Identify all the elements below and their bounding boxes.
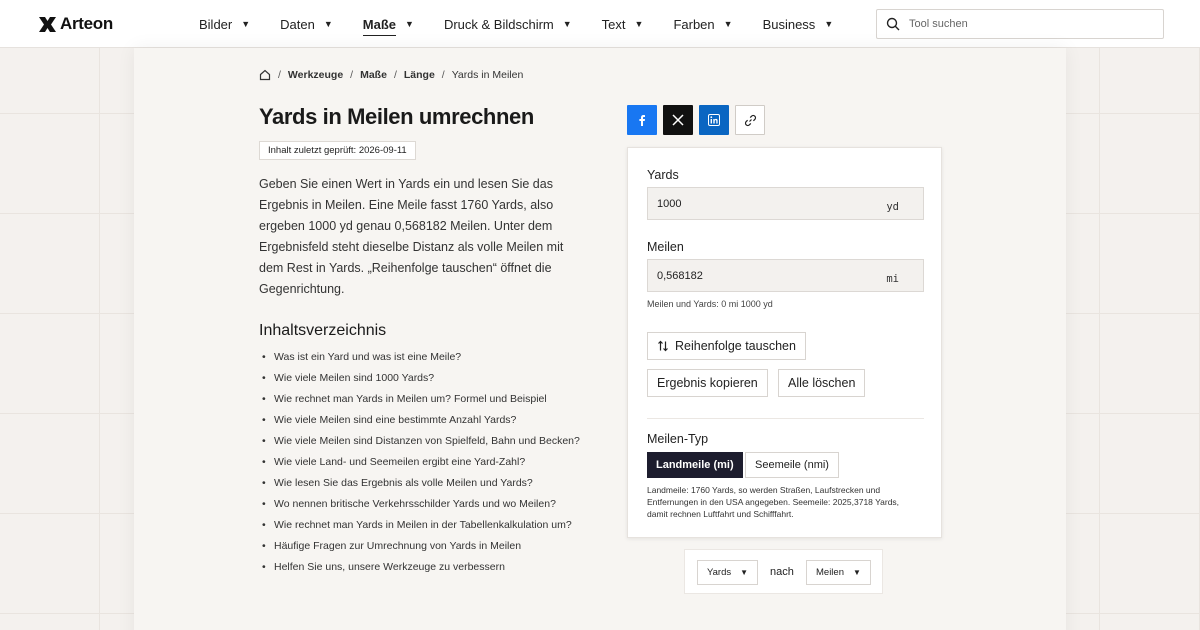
- search-box: [876, 9, 1164, 39]
- toc-item[interactable]: Wo nennen britische Verkehrsschilder Yar…: [259, 494, 580, 515]
- mile-type-land-option[interactable]: Landmeile (mi): [647, 452, 743, 478]
- toc-item[interactable]: Häufige Fragen zur Umrechnung von Yards …: [259, 536, 580, 557]
- yards-input[interactable]: 1000 yd: [647, 187, 924, 220]
- miles-label: Meilen: [647, 240, 684, 254]
- page-title: Yards in Meilen umrechnen: [259, 104, 534, 129]
- toc-item[interactable]: Wie rechnet man Yards in Meilen um? Form…: [259, 389, 580, 410]
- search-icon: [886, 17, 900, 31]
- caret-down-icon: ▼: [824, 19, 834, 29]
- swap-order-label: Reihenfolge tauschen: [675, 339, 796, 353]
- toc-item[interactable]: Wie viele Meilen sind Distanzen von Spie…: [259, 431, 580, 452]
- miles-value: 0,568182: [657, 269, 703, 282]
- caret-down-icon: ▼: [740, 568, 749, 577]
- home-icon[interactable]: [259, 69, 271, 81]
- facebook-icon: [639, 115, 645, 126]
- clear-all-button[interactable]: Alle löschen: [778, 369, 866, 397]
- mile-type-sea-option[interactable]: Seemeile (nmi): [745, 452, 839, 478]
- direction-selector: Yards ▼ nach Meilen ▼: [684, 549, 883, 594]
- nav-item-daten[interactable]: Daten ▼: [280, 0, 333, 48]
- toc-item[interactable]: Wie viele Meilen sind 1000 Yards?: [259, 368, 580, 389]
- toc-item[interactable]: Was ist ein Yard und was ist eine Meile?: [259, 347, 580, 368]
- to-unit-select[interactable]: Meilen ▼: [806, 560, 871, 585]
- caret-down-icon: ▼: [562, 19, 572, 29]
- table-of-contents: Was ist ein Yard und was ist eine Meile?…: [259, 347, 580, 578]
- caret-down-icon: ▼: [853, 568, 861, 577]
- breadcrumb-masse[interactable]: Maße: [360, 69, 387, 81]
- share-linkedin-button[interactable]: [699, 105, 729, 135]
- toc-item[interactable]: Wie lesen Sie das Ergebnis als volle Mei…: [259, 473, 580, 494]
- share-bar: [627, 105, 771, 135]
- divider: [647, 418, 924, 419]
- yards-value: 1000: [657, 197, 682, 210]
- copy-link-button[interactable]: [735, 105, 765, 135]
- breadcrumb: / Werkzeuge / Maße / Länge / Yards in Me…: [259, 69, 523, 81]
- breadcrumb-current: Yards in Meilen: [451, 69, 524, 81]
- caret-down-icon: ▼: [405, 19, 414, 29]
- caret-down-icon: ▼: [723, 19, 733, 29]
- share-x-button[interactable]: [663, 105, 693, 135]
- converter-panel: Yards 1000 yd Meilen 0,568182 mi Meilen …: [627, 147, 942, 538]
- toc-item[interactable]: Helfen Sie uns, unsere Werkzeuge zu verb…: [259, 557, 580, 578]
- intro-text: Geben Sie einen Wert in Yards ein und le…: [259, 177, 564, 296]
- mile-type-note: Landmeile: 1760 Yards, so werden Straßen…: [647, 485, 900, 519]
- breadcrumb-laenge[interactable]: Länge: [404, 69, 435, 81]
- swap-icon: [658, 340, 668, 352]
- toc-item[interactable]: Wie viele Land- und Seemeilen ergibt ein…: [259, 452, 580, 473]
- nav-item-text[interactable]: Text ▼: [602, 0, 644, 48]
- toc-heading: Inhaltsverzeichnis: [259, 322, 387, 339]
- top-header: Arteon Bilder ▼ Daten ▼ Maße ▼ Druck & Bild…: [0, 0, 1200, 48]
- linkedin-icon: [708, 114, 720, 126]
- main-nav: Bilder ▼ Daten ▼ Maße ▼ Druck & Bildschirm ▼…: [199, 0, 863, 48]
- from-unit-select[interactable]: Yards ▼: [697, 560, 759, 585]
- breadcrumb-werkzeuge[interactable]: Werkzeuge: [288, 69, 343, 81]
- toc-item[interactable]: Wie rechnet man Yards in Meilen in der T…: [259, 515, 580, 536]
- miles-unit: mi: [886, 272, 899, 285]
- swap-order-button[interactable]: Reihenfolge tauschen: [647, 332, 806, 360]
- yards-unit: yd: [886, 200, 899, 213]
- nav-item-bilder[interactable]: Bilder ▼: [199, 0, 250, 48]
- caret-down-icon: ▼: [241, 19, 251, 29]
- brand-name: Arteon: [60, 14, 113, 33]
- share-facebook-button[interactable]: [627, 105, 657, 135]
- x-icon: [672, 114, 684, 126]
- brand-logo[interactable]: Arteon: [39, 14, 113, 34]
- link-icon: [744, 114, 756, 126]
- nav-item-masse[interactable]: Maße ▼: [362, 0, 414, 48]
- updated-badge: Inhalt zuletzt geprüft: 2026-09-11: [259, 141, 416, 160]
- search-input[interactable]: [909, 18, 1139, 30]
- nav-item-farben[interactable]: Farben ▼: [673, 0, 732, 48]
- mile-type-heading: Meilen-Typ: [647, 432, 709, 446]
- miles-yards-hint: Meilen und Yards: 0 mi 1000 yd: [647, 299, 773, 309]
- nav-item-druck-bildschirm[interactable]: Druck & Bildschirm ▼: [444, 0, 572, 48]
- toc-item[interactable]: Wie viele Meilen sind eine bestimmte Anz…: [259, 410, 580, 431]
- caret-down-icon: ▼: [634, 19, 644, 29]
- logo-icon: [39, 16, 56, 32]
- yards-label: Yards: [647, 168, 679, 182]
- copy-result-button[interactable]: Ergebnis kopieren: [647, 369, 768, 397]
- caret-down-icon: ▼: [323, 19, 333, 29]
- direction-connector: nach: [770, 566, 794, 578]
- miles-output[interactable]: 0,568182 mi: [647, 259, 924, 292]
- nav-item-business[interactable]: Business ▼: [763, 0, 834, 48]
